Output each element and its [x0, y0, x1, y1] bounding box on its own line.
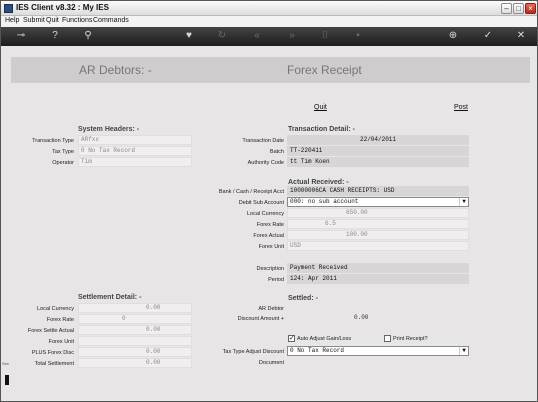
menu-commands[interactable]: Commands	[93, 17, 129, 24]
session-tab-icon[interactable]	[5, 375, 9, 385]
forex-rate-label: Forex Rate	[256, 222, 284, 228]
document-label: Document	[258, 360, 284, 366]
page-title: AR Debtors: -	[79, 63, 152, 77]
settle-forex-unit-field[interactable]	[78, 336, 192, 346]
app-logo-icon	[4, 4, 13, 13]
key-icon[interactable]: ⊸	[11, 29, 31, 43]
tax-adjust-discount-label: Tax Type Adjust Discount	[222, 349, 284, 355]
authority-code-field[interactable]: tt Tim Koen	[287, 157, 469, 167]
chevron-down-icon[interactable]: ▼	[459, 347, 468, 355]
forex-settle-actual-label: Forex Settle Actual	[27, 328, 74, 334]
forex-rate-field[interactable]: 6.5	[287, 219, 469, 229]
batch-field[interactable]: TT-220411	[287, 146, 469, 156]
form-title: Forex Receipt	[287, 63, 362, 77]
tax-type-field[interactable]: 0 No Tax Record	[78, 146, 192, 156]
period-field[interactable]: 124: Apr 2011	[287, 274, 469, 284]
local-currency-field[interactable]: 650.00	[287, 208, 469, 218]
plus-forex-disc-label: PLUS Forex Disc	[31, 350, 74, 356]
post-link[interactable]: Post	[454, 104, 468, 111]
rewind-icon[interactable]: «	[250, 29, 264, 43]
tax-adjust-discount-select[interactable]: 0 No Tax Record ▼	[287, 346, 469, 356]
total-settlement-field[interactable]: 0.00	[78, 358, 192, 368]
search-icon[interactable]: ⚲	[81, 29, 95, 43]
settle-forex-unit-label: Forex Unit	[48, 339, 74, 345]
menu-bar: Help Submit Quit Functions Commands	[1, 16, 537, 27]
app-window: IES Client v8.32 : My IES – □ × Help Sub…	[0, 0, 538, 402]
system-headers-title: System Headers: -	[78, 126, 140, 133]
chevron-down-icon[interactable]: ▼	[459, 198, 468, 206]
settle-local-currency-label: Local Currency	[37, 306, 74, 312]
heart-icon[interactable]: ♥	[182, 29, 196, 43]
debit-sub-account-select[interactable]: 000: no sub account ▼	[287, 197, 469, 207]
forex-unit-field[interactable]: USD	[287, 241, 469, 251]
document-field[interactable]	[287, 357, 469, 367]
header-band: AR Debtors: - Forex Receipt	[11, 57, 530, 83]
pin-icon[interactable]: ⌷	[318, 29, 332, 43]
authority-code-label: Authority Code	[247, 160, 284, 166]
auto-adjust-label: Auto Adjust Gain/Loss	[297, 336, 352, 342]
transaction-date-label: Transaction Date	[242, 138, 284, 144]
print-receipt-label: Print Receipt?	[393, 336, 428, 342]
refresh-icon[interactable]: ↻	[215, 29, 229, 43]
close-icon[interactable]: ✕	[514, 29, 528, 43]
local-currency-label: Local Currency	[247, 211, 284, 217]
discount-amount-label: Discount Amount +	[237, 316, 284, 322]
batch-label: Batch	[269, 149, 284, 155]
menu-submit[interactable]: Submit	[23, 17, 45, 24]
discount-amount-field[interactable]: 0.00	[287, 313, 469, 323]
operator-field[interactable]: Tim	[78, 157, 192, 167]
maximize-button[interactable]: □	[513, 3, 524, 14]
forex-unit-label: Forex Unit	[258, 244, 284, 250]
debit-sub-account-label: Debit Sub Account	[238, 200, 284, 206]
transaction-type-field[interactable]: ARfxx	[78, 135, 192, 145]
ar-debtor-field[interactable]	[287, 303, 469, 313]
close-window-button[interactable]: ×	[525, 3, 536, 14]
transaction-detail-title: Transaction Detail: -	[288, 126, 355, 133]
tax-type-label: Tax Type	[52, 149, 74, 155]
description-field[interactable]: Payment Received	[287, 263, 469, 273]
total-settlement-label: Total Settlement	[34, 361, 74, 367]
form-area: AR Debtors: - Forex Receipt Quit Post Sy…	[1, 46, 537, 401]
minimize-button[interactable]: –	[501, 3, 512, 14]
settle-forex-rate-field[interactable]: 0	[78, 314, 192, 324]
copy-icon[interactable]: ▪	[351, 29, 365, 43]
menu-help[interactable]: Help	[5, 17, 19, 24]
settlement-detail-title: Settlement Detail: -	[78, 294, 142, 301]
fast-forward-icon[interactable]: »	[285, 29, 299, 43]
toolbar: ⊸ ? ⚲ ♥ ↻ « » ⌷ ▪ ⊕ ✓ ✕	[1, 27, 537, 46]
menu-functions[interactable]: Functions	[62, 17, 92, 24]
forex-settle-actual-field[interactable]: 0.00	[78, 325, 192, 335]
add-icon[interactable]: ⊕	[446, 29, 460, 43]
tax-adjust-discount-value: 0 No Tax Record	[290, 347, 345, 354]
forex-actual-field[interactable]: 100.00	[287, 230, 469, 240]
transaction-type-label: Transaction Type	[32, 138, 74, 144]
quit-link[interactable]: Quit	[314, 104, 327, 111]
bank-receipt-acct-field[interactable]: 10000006CA CASH RECEIPTS: USD	[287, 186, 469, 196]
print-receipt-checkbox[interactable]	[384, 335, 391, 342]
check-icon[interactable]: ✓	[481, 29, 495, 43]
menu-quit[interactable]: Quit	[46, 17, 59, 24]
settle-forex-rate-label: Forex Rate	[46, 317, 74, 323]
auto-adjust-checkbox[interactable]: ✓	[288, 335, 295, 342]
session-sidebar: Ses	[2, 361, 12, 399]
period-label: Period	[268, 277, 284, 283]
settled-title: Settled: -	[288, 295, 318, 302]
operator-label: Operator	[52, 160, 74, 166]
actual-received-title: Actual Received: -	[288, 179, 349, 186]
title-bar: IES Client v8.32 : My IES – □ ×	[1, 1, 537, 16]
settle-local-currency-field[interactable]: 0.00	[78, 303, 192, 313]
debit-sub-account-value: 000: no sub account	[290, 198, 359, 205]
forex-actual-label: Forex Actual	[253, 233, 284, 239]
description-label: Description	[256, 266, 284, 272]
session-label: Ses	[2, 361, 9, 366]
ar-debtor-label: AR Debtor	[258, 306, 284, 312]
bank-receipt-acct-label: Bank / Cash / Receipt Acct	[218, 189, 284, 195]
transaction-date-field[interactable]: 22/04/2011	[287, 135, 469, 145]
plus-forex-disc-field[interactable]: 0.00	[78, 347, 192, 357]
help-icon[interactable]: ?	[48, 29, 62, 43]
window-title: IES Client v8.32 : My IES	[16, 3, 109, 12]
